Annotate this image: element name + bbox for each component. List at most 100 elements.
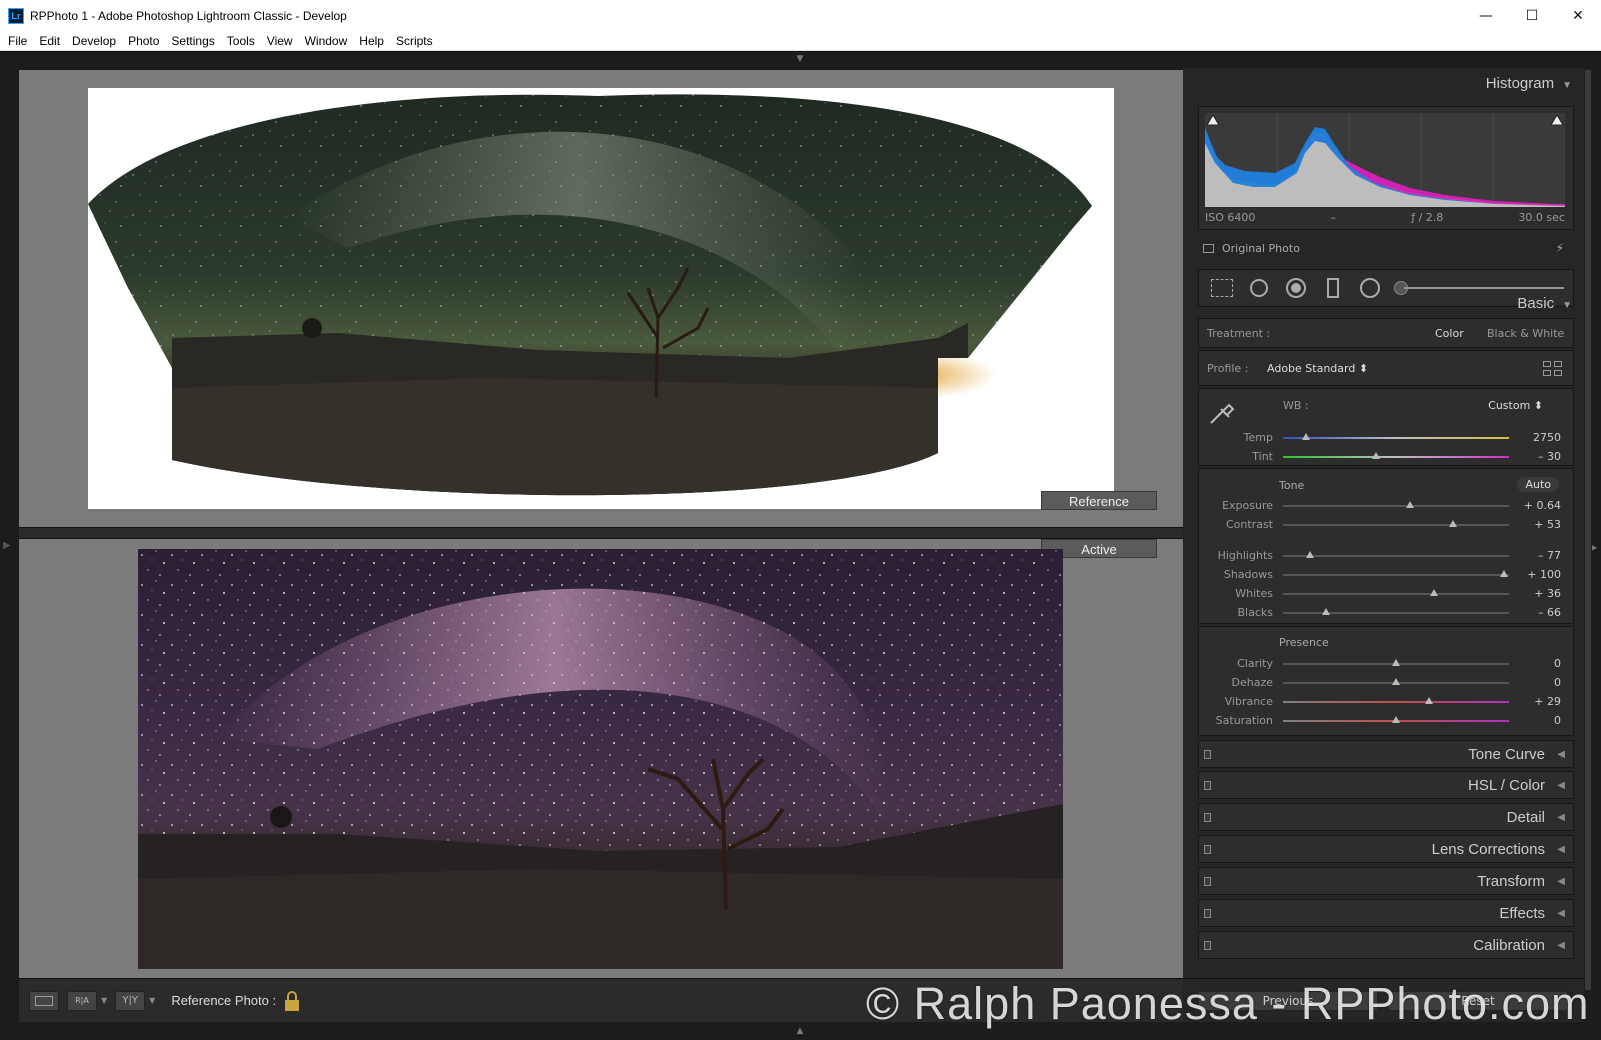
exposure-slider[interactable] (1283, 505, 1509, 507)
transform-title: Transform (1477, 873, 1545, 890)
basic-header[interactable]: Basic ▼ (1517, 295, 1572, 312)
wb-dropdown[interactable]: Custom ⬍ (1488, 399, 1543, 412)
active-photo[interactable] (138, 549, 1063, 969)
tint-value[interactable]: – 30 (1538, 450, 1561, 463)
red-eye-tool-icon[interactable] (1283, 277, 1309, 299)
treatment-row: Treatment : Color Black & White (1198, 318, 1574, 348)
radial-filter-tool-icon[interactable] (1357, 277, 1383, 299)
dehaze-value[interactable]: 0 (1554, 676, 1561, 689)
profile-dropdown[interactable]: Adobe Standard ⬍ (1267, 362, 1368, 375)
dehaze-slider-thumb[interactable] (1392, 678, 1400, 685)
contrast-value[interactable]: + 53 (1534, 518, 1561, 531)
treatment-color-button[interactable]: Color (1435, 327, 1464, 340)
before-after-caret-icon[interactable]: ▼ (149, 996, 155, 1005)
histogram-title: Histogram (1485, 75, 1555, 92)
temp-label: Temp (1243, 431, 1273, 444)
temp-slider-thumb[interactable] (1301, 433, 1310, 440)
temp-value[interactable]: 2750 (1533, 431, 1561, 444)
show-top-panel-arrow-icon[interactable]: ▼ (793, 55, 807, 64)
menu-tools[interactable]: Tools (221, 34, 261, 48)
highlights-slider[interactable] (1283, 555, 1509, 557)
exposure-value[interactable]: + 0.64 (1524, 499, 1561, 512)
expand-triangle-icon: ◀ (1557, 876, 1565, 887)
section-toggle-switch[interactable] (1204, 813, 1211, 822)
graduated-filter-tool-icon[interactable] (1320, 277, 1346, 299)
temp-slider[interactable] (1283, 437, 1509, 439)
menu-settings[interactable]: Settings (165, 34, 220, 48)
clarity-value[interactable]: 0 (1554, 657, 1561, 670)
effects-section[interactable]: Effects ◀ (1198, 899, 1574, 927)
section-toggle-switch[interactable] (1204, 845, 1211, 854)
menu-window[interactable]: Window (299, 34, 354, 48)
menu-photo[interactable]: Photo (122, 34, 165, 48)
spot-removal-tool-icon[interactable] (1246, 277, 1272, 299)
section-toggle-switch[interactable] (1204, 877, 1211, 886)
treatment-bw-button[interactable]: Black & White (1487, 327, 1564, 340)
show-left-panel-arrow-icon[interactable]: ▶ (3, 540, 11, 551)
window-controls: — ☐ ✕ (1463, 0, 1601, 31)
close-button[interactable]: ✕ (1555, 0, 1601, 31)
white-balance-eyedropper-icon[interactable] (1207, 397, 1237, 427)
expand-triangle-icon: ◀ (1557, 908, 1565, 919)
highlights-slider-thumb[interactable] (1306, 551, 1315, 558)
detail-section[interactable]: Detail ◀ (1198, 803, 1574, 831)
blacks-slider-thumb[interactable] (1321, 608, 1330, 615)
menu-help[interactable]: Help (353, 34, 390, 48)
clarity-slider-thumb[interactable] (1392, 659, 1400, 666)
blacks-value[interactable]: – 66 (1538, 606, 1561, 619)
shadows-slider[interactable] (1283, 574, 1509, 576)
shadows-slider-thumb[interactable] (1500, 570, 1509, 577)
reference-view-caret-icon[interactable]: ▼ (101, 996, 107, 1005)
loupe-view-button[interactable] (29, 990, 59, 1011)
show-filmstrip-arrow-icon[interactable]: ▲ (793, 1027, 807, 1036)
menu-view[interactable]: View (261, 34, 299, 48)
reference-view-button[interactable]: R|A (67, 990, 97, 1011)
contrast-slider[interactable] (1283, 524, 1509, 526)
saturation-slider-thumb[interactable] (1392, 716, 1400, 723)
blacks-slider[interactable] (1283, 612, 1509, 614)
whites-value[interactable]: + 36 (1534, 587, 1561, 600)
section-toggle-switch[interactable] (1204, 941, 1211, 950)
tint-slider[interactable] (1283, 456, 1509, 458)
hsl-color-section[interactable]: HSL / Color ◀ (1198, 771, 1574, 799)
vibrance-value[interactable]: + 29 (1534, 695, 1561, 708)
crop-tool-icon[interactable] (1209, 277, 1235, 299)
lens-corrections-section[interactable]: Lens Corrections ◀ (1198, 835, 1574, 863)
histogram-header[interactable]: Histogram ▼ (1486, 75, 1572, 92)
reference-panorama-image (88, 94, 1092, 496)
whites-slider-thumb[interactable] (1430, 589, 1439, 596)
maximize-button[interactable]: ☐ (1509, 0, 1555, 31)
histogram-graph[interactable] (1205, 113, 1565, 207)
reference-photo[interactable] (88, 88, 1114, 509)
highlights-value[interactable]: – 77 (1538, 549, 1561, 562)
saturation-value[interactable]: 0 (1554, 714, 1561, 727)
profile-browser-grid-icon[interactable] (1543, 361, 1563, 377)
shadows-value[interactable]: + 100 (1527, 568, 1561, 581)
section-toggle-switch[interactable] (1204, 750, 1211, 759)
before-after-button[interactable]: Y|Y (115, 990, 146, 1011)
menu-scripts[interactable]: Scripts (390, 34, 439, 48)
tone-curve-section[interactable]: Tone Curve ◀ (1198, 740, 1574, 768)
section-toggle-switch[interactable] (1204, 781, 1211, 790)
original-photo-checkbox[interactable] (1203, 243, 1214, 253)
collapse-triangle-icon: ▼ (1562, 300, 1572, 311)
shutter-speed-value: 30.0 sec (1518, 211, 1565, 224)
menu-edit[interactable]: Edit (33, 34, 66, 48)
scrollbar-thumb[interactable] (1585, 70, 1591, 990)
auto-tone-button[interactable]: Auto (1517, 477, 1559, 492)
menu-file[interactable]: File (2, 34, 33, 48)
vibrance-slider[interactable] (1283, 701, 1509, 703)
calibration-section[interactable]: Calibration ◀ (1198, 931, 1574, 959)
minimize-button[interactable]: — (1463, 0, 1509, 31)
contrast-slider-thumb[interactable] (1448, 520, 1457, 527)
section-toggle-switch[interactable] (1204, 909, 1211, 918)
right-panel-scrollbar[interactable] (1584, 68, 1592, 1022)
whites-slider[interactable] (1283, 593, 1509, 595)
transform-section[interactable]: Transform ◀ (1198, 867, 1574, 895)
tint-slider-thumb[interactable] (1371, 452, 1380, 459)
lock-icon[interactable] (284, 990, 300, 1011)
vibrance-slider-thumb[interactable] (1424, 697, 1433, 704)
exposure-slider-thumb[interactable] (1405, 501, 1414, 508)
menu-develop[interactable]: Develop (66, 34, 122, 48)
lightning-icon[interactable]: ⚡ (1556, 241, 1564, 255)
